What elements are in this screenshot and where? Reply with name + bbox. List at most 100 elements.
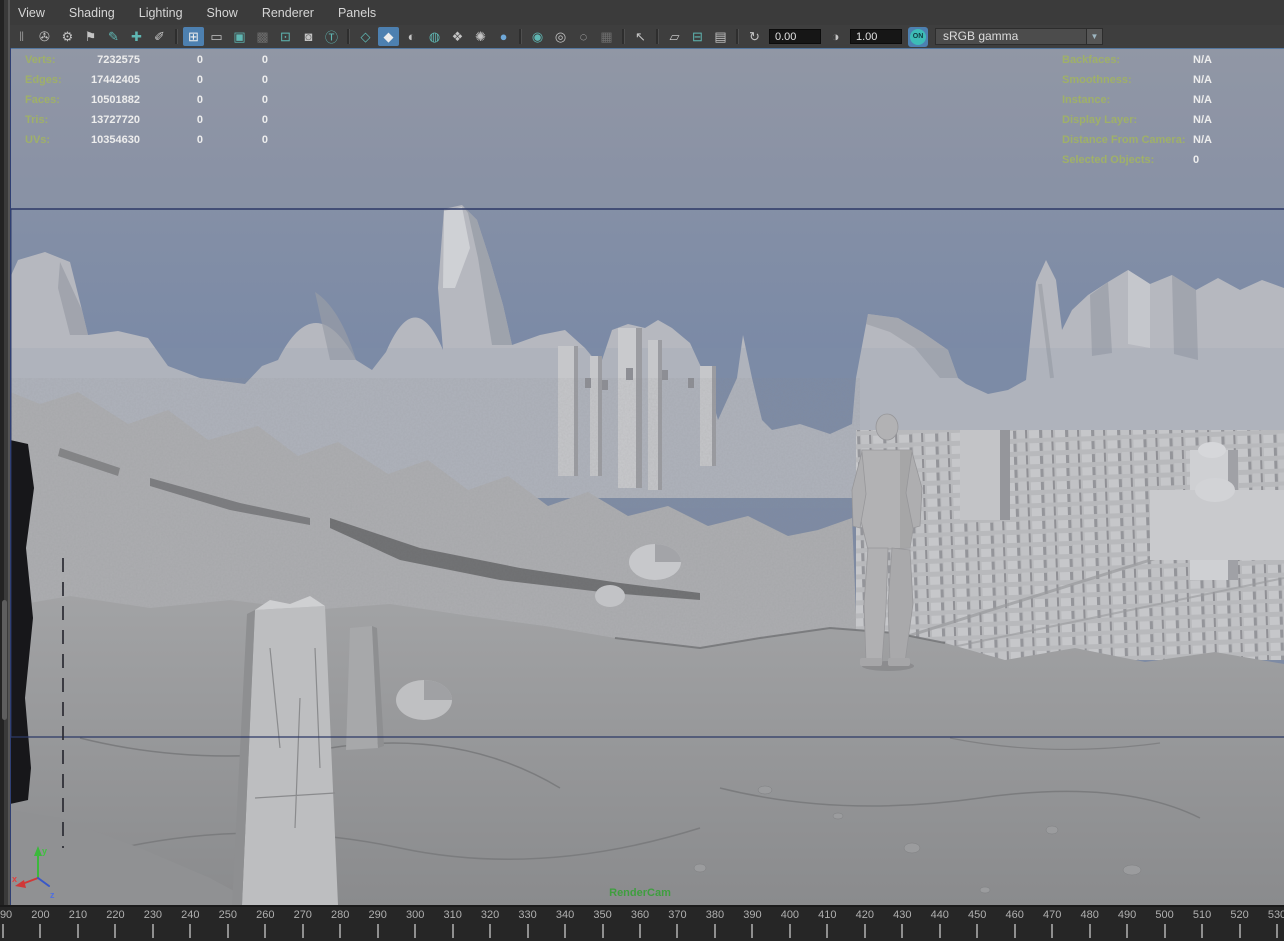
grease-pencil-icon[interactable]: ✎ — [103, 27, 124, 46]
safe-action-icon[interactable]: ◙ — [298, 27, 319, 46]
frame-label: 450 — [968, 909, 986, 921]
hud-object-details: Backfaces:N/ASmoothness:N/AInstance:N/AD… — [1062, 50, 1238, 170]
chevron-down-icon[interactable]: ▼ — [1086, 29, 1102, 44]
film-gate-icon[interactable]: ▭ — [206, 27, 227, 46]
menu-view[interactable]: View — [18, 6, 45, 20]
panel-drag-handle-icon[interactable]: ‖ — [11, 27, 32, 46]
hud-label: Edges: — [25, 70, 80, 90]
hud-value: N/A — [1193, 50, 1238, 70]
frame-label: 520 — [1230, 909, 1248, 921]
hud-value-col3: 0 — [203, 90, 268, 110]
frame-tick — [1201, 924, 1203, 938]
frame-tick — [527, 924, 529, 938]
hud-row: Faces:1050188200 — [25, 90, 268, 110]
isolate-view-icon[interactable]: ⊟ — [687, 27, 708, 46]
viewport-scene[interactable]: x y z — [0, 48, 1284, 905]
frame-label: 200 — [31, 909, 49, 921]
motion-blur-icon[interactable]: ◎ — [550, 27, 571, 46]
anti-alias-icon[interactable]: ◌ — [573, 27, 594, 46]
frame-label: 280 — [331, 909, 349, 921]
wireframe-cube-icon[interactable]: ◇ — [355, 27, 376, 46]
exposure-input[interactable] — [769, 29, 821, 44]
hud-row: Instance:N/A — [1062, 90, 1238, 110]
toolbar-separator — [174, 29, 179, 44]
frame-label: 410 — [818, 909, 836, 921]
image-plane-icon[interactable]: ▤ — [710, 27, 731, 46]
lighting-icon[interactable]: ✺ — [470, 27, 491, 46]
hud-label: Selected Objects: — [1062, 150, 1193, 170]
select-camera-icon[interactable]: ✇ — [34, 27, 55, 46]
hud-row: Backfaces:N/A — [1062, 50, 1238, 70]
gamma-input[interactable] — [850, 29, 902, 44]
frame-tick — [1239, 924, 1241, 938]
color-management-toggle[interactable]: ON — [908, 27, 928, 47]
active-panel-border-top — [0, 48, 1284, 49]
menu-renderer[interactable]: Renderer — [262, 6, 314, 20]
frame-tick — [1276, 924, 1278, 938]
camera-attributes-icon[interactable]: ⚙ — [57, 27, 78, 46]
hud-value: 17442405 — [80, 70, 140, 90]
frame-label: 420 — [856, 909, 874, 921]
frame-label: 330 — [518, 909, 536, 921]
colorspace-select[interactable]: sRGB gamma▼ — [935, 28, 1103, 45]
menu-lighting[interactable]: Lighting — [139, 6, 183, 20]
frame-label: 460 — [1006, 909, 1024, 921]
bookmarks-icon[interactable]: ⚑ — [80, 27, 101, 46]
viewport-toolbar: ‖✇⚙⚑✎✚✐ ⊞▭▣▩⊡◙Ⓣ ◇◆◐◍❖✺● ◉◎◌▦ ↖ ▱⊟▤ ↻ ◑ ON sRGB ga… — [0, 25, 1284, 48]
depth-of-field-icon[interactable]: ▦ — [596, 27, 617, 46]
hud-label: Smoothness: — [1062, 70, 1193, 90]
hud-value: N/A — [1193, 110, 1238, 130]
textured-icon[interactable]: ◐ — [401, 27, 422, 46]
hud-value-col3: 0 — [203, 130, 268, 150]
gate-mask-icon[interactable]: ▩ — [252, 27, 273, 46]
toolbar-separator — [735, 29, 740, 44]
camera-move-tool-icon[interactable]: ✚ — [126, 27, 147, 46]
select-highlight-icon[interactable]: ↖ — [630, 27, 651, 46]
hud-value: 7232575 — [80, 50, 140, 70]
time-slider[interactable]: 1902002102202302402502602702802903003103… — [0, 905, 1284, 941]
frame-tick — [676, 924, 678, 938]
contrast-icon[interactable]: ◑ — [825, 27, 846, 46]
frame-label: 210 — [69, 909, 87, 921]
frame-tick — [602, 924, 604, 938]
shadows-icon[interactable]: ● — [493, 27, 514, 46]
frame-label: 340 — [556, 909, 574, 921]
menu-panels[interactable]: Panels — [338, 6, 376, 20]
pencil-tool-icon[interactable]: ✐ — [149, 27, 170, 46]
exposure-icon[interactable]: ↻ — [744, 27, 765, 46]
hud-row: Edges:1744240500 — [25, 70, 268, 90]
safe-title-icon[interactable]: Ⓣ — [321, 27, 342, 46]
resolution-gate-icon[interactable]: ▣ — [229, 27, 250, 46]
hud-value-col3: 0 — [203, 110, 268, 130]
hud-label: Instance: — [1062, 90, 1193, 110]
shaded-cube-icon[interactable]: ◆ — [378, 27, 399, 46]
frame-tick — [302, 924, 304, 938]
frame-label: 250 — [219, 909, 237, 921]
menu-shading[interactable]: Shading — [69, 6, 115, 20]
xray-icon[interactable]: ❖ — [447, 27, 468, 46]
axis-y-label: y — [42, 846, 47, 856]
isolate-select-icon[interactable]: ▱ — [664, 27, 685, 46]
frame-tick — [264, 924, 266, 938]
grid-icon[interactable]: ⊞ — [183, 27, 204, 46]
hud-value: 0 — [1193, 150, 1238, 170]
frame-tick — [1126, 924, 1128, 938]
hud-row: Verts:723257500 — [25, 50, 268, 70]
field-chart-icon[interactable]: ⊡ — [275, 27, 296, 46]
default-material-icon[interactable]: ◍ — [424, 27, 445, 46]
frame-tick — [189, 924, 191, 938]
viewport[interactable]: x y z Verts:723257500Edges:1744240500Fac… — [0, 48, 1284, 905]
ambient-occlusion-icon[interactable]: ◉ — [527, 27, 548, 46]
frame-tick — [377, 924, 379, 938]
menu-show[interactable]: Show — [207, 6, 238, 20]
frame-label: 370 — [668, 909, 686, 921]
panel-scrollbar-thumb[interactable] — [2, 600, 7, 720]
hud-label: Display Layer: — [1062, 110, 1193, 130]
on-badge: ON — [910, 29, 926, 45]
left-panel-edge — [0, 0, 10, 905]
lower-city — [856, 430, 1284, 660]
frame-tick — [1051, 924, 1053, 938]
frame-tick — [976, 924, 978, 938]
frame-tick — [1164, 924, 1166, 938]
hud-value-col2: 0 — [140, 50, 203, 70]
